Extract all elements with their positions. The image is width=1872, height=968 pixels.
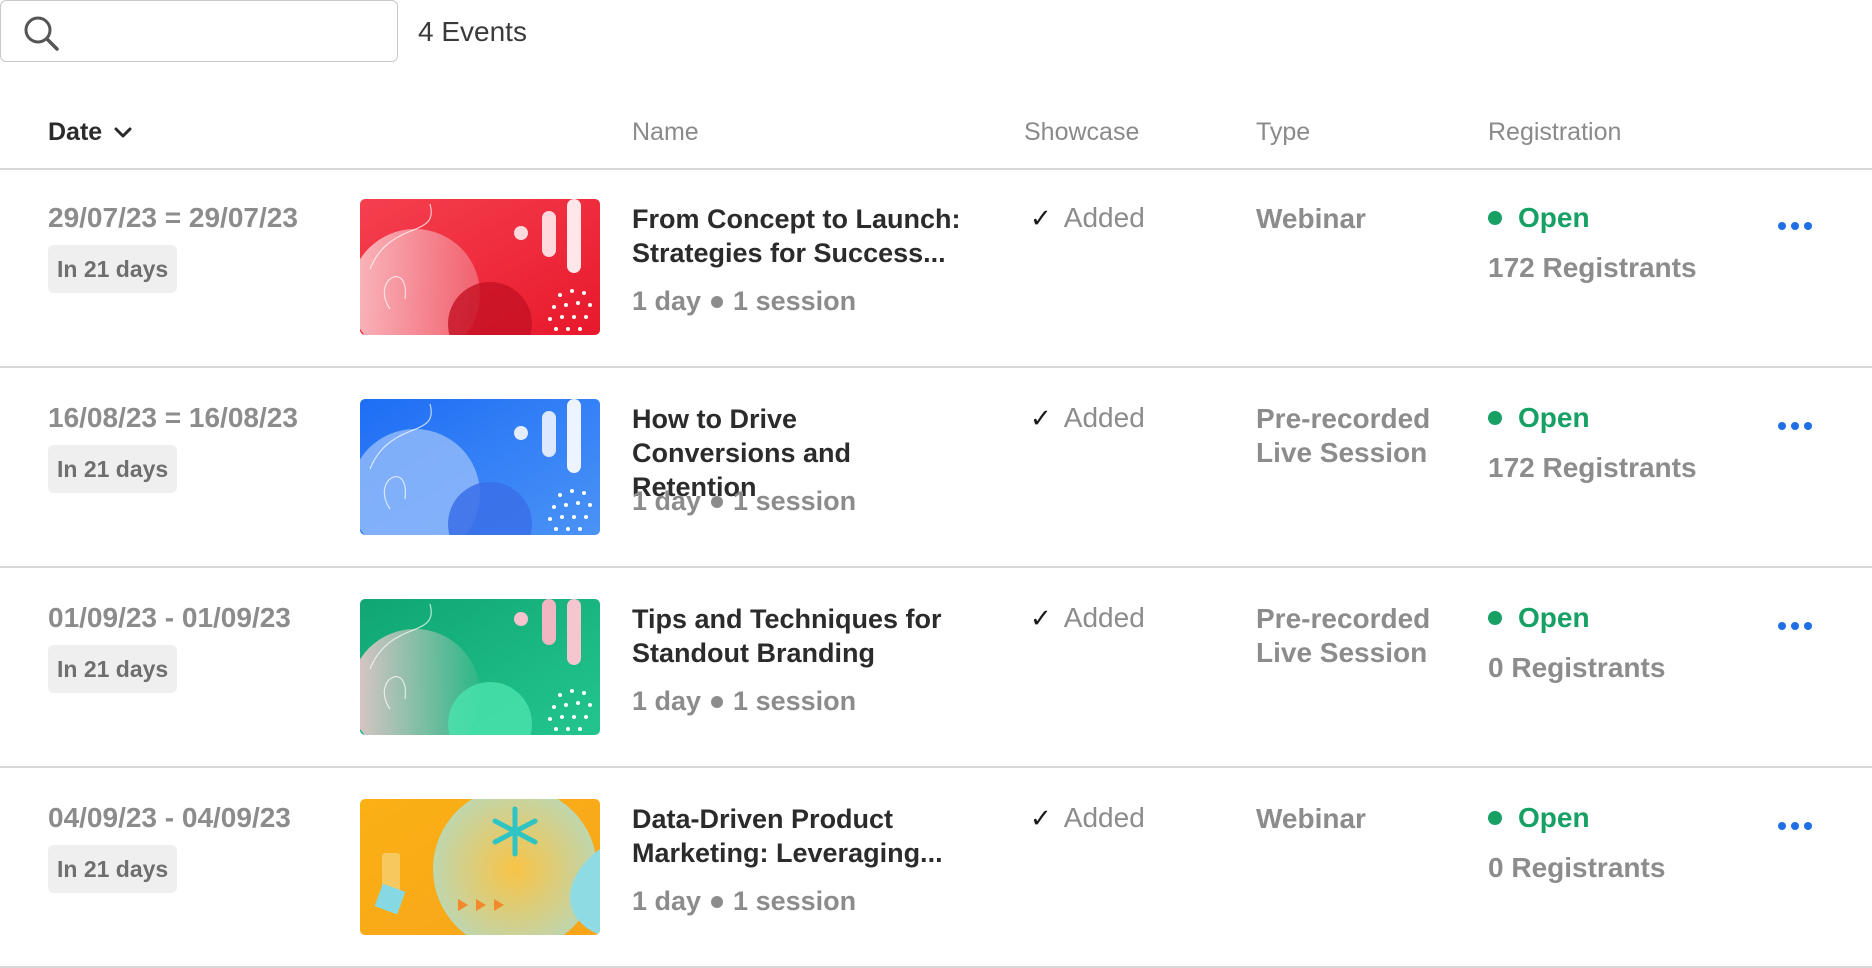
showcase-status: ✓ Added [1030,802,1145,834]
event-meta: 1 day 1 session [632,486,856,517]
separator-dot [711,895,724,908]
more-options-button[interactable] [1774,618,1816,634]
more-dots-icon [1778,622,1786,630]
separator-dot [711,295,724,308]
status-dot-icon [1488,411,1502,425]
event-type: Webinar [1256,203,1366,234]
check-icon: ✓ [1030,602,1052,633]
status-label: Open [1518,202,1590,233]
more-dots-icon [1778,222,1786,230]
showcase-label: Added [1063,402,1145,433]
event-thumbnail[interactable] [360,799,600,935]
showcase-status: ✓ Added [1030,202,1145,234]
search-box[interactable] [0,0,398,62]
event-sessions: 1 session [733,886,857,916]
event-date: 01/09/23 - 01/09/23 [48,602,291,633]
more-options-button[interactable] [1774,818,1816,834]
registration-status: Open [1488,402,1590,434]
registrants-count: 172 Registrants [1488,252,1697,283]
event-duration: 1 day [632,886,702,916]
registrants-count: 0 Registrants [1488,852,1666,883]
status-label: Open [1518,402,1590,433]
more-dots-icon [1778,822,1786,830]
status-dot-icon [1488,611,1502,625]
relative-date-badge: In 21 days [48,245,178,293]
check-icon: ✓ [1030,402,1052,433]
search-icon [24,16,59,51]
table-row[interactable]: 16/08/23 = 16/08/23 In 21 days How to Dr… [0,368,1872,568]
relative-date-badge: In 21 days [48,845,178,893]
table-row[interactable]: 04/09/23 - 04/09/23 In 21 days Data-Driv… [0,768,1872,968]
relative-date-badge: In 21 days [48,445,178,493]
event-type: Pre-recorded Live Session [1256,603,1431,668]
showcase-label: Added [1063,202,1145,233]
check-icon: ✓ [1030,202,1052,233]
chevron-down-icon [114,127,132,137]
registrants-count: 172 Registrants [1488,452,1697,483]
event-title[interactable]: From Concept to Launch: Strategies for S… [632,202,962,270]
events-count: 4 Events [418,16,527,47]
event-meta: 1 day 1 session [632,886,856,917]
event-duration: 1 day [632,686,702,716]
status-label: Open [1518,802,1590,833]
event-sessions: 1 session [733,286,857,316]
event-title[interactable]: Tips and Techniques for Standout Brandin… [632,602,962,670]
event-meta: 1 day 1 session [632,686,856,717]
status-dot-icon [1488,211,1502,225]
event-title[interactable]: Data-Driven Product Marketing: Leveragin… [632,802,962,870]
separator-dot [711,495,724,508]
search-input[interactable] [71,9,385,55]
registration-status: Open [1488,602,1590,634]
event-date: 16/08/23 = 16/08/23 [48,402,298,433]
registration-status: Open [1488,202,1590,234]
more-dots-icon [1778,422,1786,430]
showcase-label: Added [1063,602,1145,633]
sort-by-date[interactable]: Date [48,118,132,147]
table-row[interactable]: 01/09/23 - 01/09/23 In 21 days Tips and … [0,568,1872,768]
event-date: 04/09/23 - 04/09/23 [48,802,291,833]
relative-date-badge: In 21 days [48,645,178,693]
showcase-status: ✓ Added [1030,602,1145,634]
column-type-label: Type [1256,118,1311,146]
column-name-label: Name [632,118,699,146]
separator-dot [711,695,724,708]
status-dot-icon [1488,811,1502,825]
event-meta: 1 day 1 session [632,286,856,317]
event-sessions: 1 session [733,486,857,516]
column-date-label: Date [48,118,103,146]
column-showcase-label: Showcase [1024,118,1140,146]
event-thumbnail[interactable] [360,399,600,535]
registrants-count: 0 Registrants [1488,652,1666,683]
check-icon: ✓ [1030,802,1052,833]
event-thumbnail[interactable] [360,599,600,735]
showcase-status: ✓ Added [1030,402,1145,434]
event-type: Pre-recorded Live Session [1256,403,1431,468]
event-type: Webinar [1256,803,1366,834]
event-duration: 1 day [632,486,702,516]
column-registration-label: Registration [1488,118,1622,146]
event-sessions: 1 session [733,686,857,716]
table-header: Date Name Showcase Type Registration [0,98,1872,170]
registration-status: Open [1488,802,1590,834]
event-duration: 1 day [632,286,702,316]
more-options-button[interactable] [1774,218,1816,234]
status-label: Open [1518,602,1590,633]
showcase-label: Added [1063,802,1145,833]
table-row[interactable]: 29/07/23 = 29/07/23 In 21 days From Conc… [0,168,1872,368]
more-options-button[interactable] [1774,418,1816,434]
event-date: 29/07/23 = 29/07/23 [48,202,298,233]
event-thumbnail[interactable] [360,199,600,335]
